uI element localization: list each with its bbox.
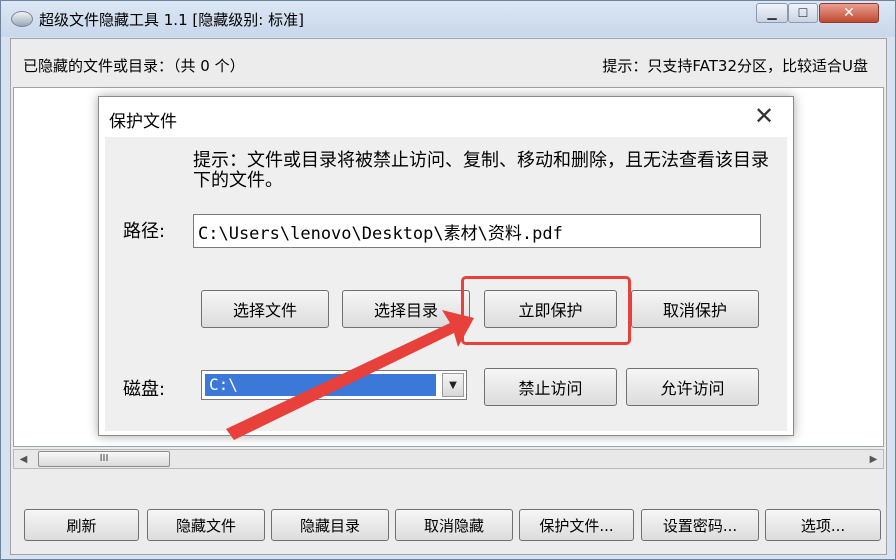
maximize-button[interactable]: ☐: [788, 3, 818, 23]
disk-label: 磁盘:: [123, 379, 166, 400]
close-button[interactable]: ✕: [819, 3, 879, 23]
highlight-box: [461, 276, 631, 345]
dialog-close-icon[interactable]: ✕: [751, 103, 777, 129]
select-directory-button[interactable]: 选择目录: [342, 290, 470, 328]
info-row: 已隐藏的文件或目录：（共 0 个） 提示：只支持FAT32分区，比较适合U盘: [11, 39, 886, 87]
horizontal-scrollbar[interactable]: ◀ III ▶: [13, 449, 884, 469]
set-password-button[interactable]: 设置密码...: [641, 509, 759, 541]
close-icon: ✕: [843, 5, 855, 21]
app-icon: [11, 11, 33, 27]
window-title: 超级文件隐藏工具 1.1 [隐藏级别: 标准]: [39, 11, 304, 29]
title-bar[interactable]: 超级文件隐藏工具 1.1 [隐藏级别: 标准] ▁ ☐ ✕: [1, 1, 895, 37]
options-button[interactable]: 选项...: [765, 509, 881, 541]
protect-file-dialog: 保护文件 ✕ 提示：文件或目录将被禁止访问、复制、移动和删除，且无法查看该目录下…: [98, 96, 794, 436]
protect-file-button[interactable]: 保护文件...: [519, 509, 634, 541]
deny-access-button[interactable]: 禁止访问: [484, 368, 617, 406]
scroll-right-icon[interactable]: ▶: [865, 451, 882, 467]
dropdown-arrow-icon[interactable]: ▼: [442, 373, 464, 397]
select-file-button[interactable]: 选择文件: [201, 290, 329, 328]
scroll-left-icon[interactable]: ◀: [15, 451, 32, 467]
disk-selected-value: C:\: [205, 374, 436, 396]
hide-directory-button[interactable]: 隐藏目录: [271, 509, 389, 541]
cancel-protect-button[interactable]: 取消保护: [631, 290, 759, 328]
maximize-icon: ☐: [797, 6, 809, 20]
dialog-body: 提示：文件或目录将被禁止访问、复制、移动和删除，且无法查看该目录下的文件。 路径…: [105, 137, 787, 431]
hidden-count-label: 已隐藏的文件或目录：（共 0 个）: [23, 57, 245, 75]
path-input[interactable]: C:\Users\lenovo\Desktop\素材\资料.pdf: [193, 214, 761, 248]
fat32-hint: 提示：只支持FAT32分区，比较适合U盘: [602, 57, 868, 75]
hide-file-button[interactable]: 隐藏文件: [147, 509, 265, 541]
bottom-toolbar: 刷新 隐藏文件 隐藏目录 取消隐藏 保护文件... 设置密码... 选项...: [11, 471, 886, 554]
minimize-icon: ▁: [767, 6, 777, 20]
scroll-thumb[interactable]: III: [38, 451, 170, 467]
dialog-title: 保护文件: [109, 112, 177, 132]
minimize-button[interactable]: ▁: [756, 3, 788, 23]
refresh-button[interactable]: 刷新: [24, 509, 139, 541]
path-label: 路径:: [123, 221, 166, 242]
dialog-hint: 提示：文件或目录将被禁止访问、复制、移动和删除，且无法查看该目录下的文件。: [193, 150, 769, 191]
cancel-hide-button[interactable]: 取消隐藏: [395, 509, 513, 541]
allow-access-button[interactable]: 允许访问: [626, 368, 759, 406]
disk-select[interactable]: C:\ ▼: [201, 370, 467, 400]
